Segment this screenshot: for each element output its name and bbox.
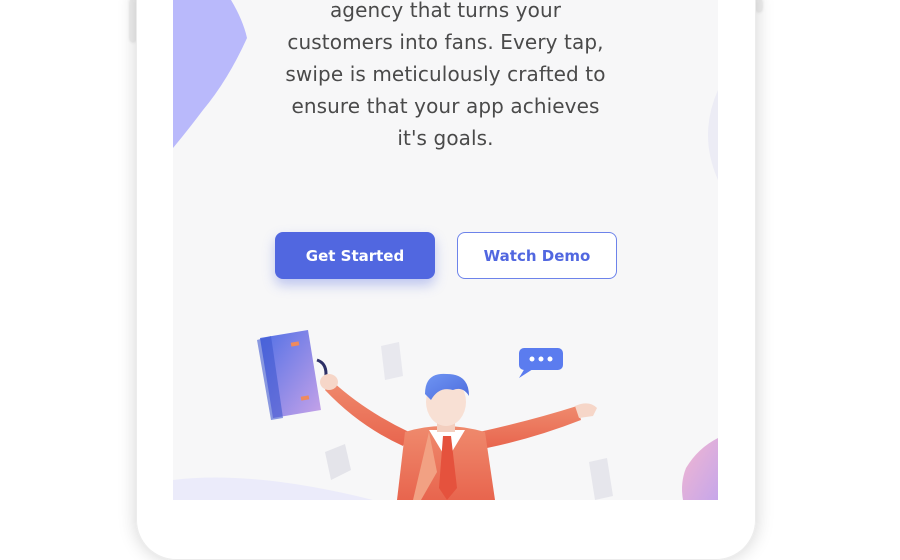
decorative-blob [682, 438, 718, 500]
hero-description: agency that turns your customers into fa… [238, 0, 653, 154]
hero-description-line: swipe is meticulously crafted to [285, 62, 606, 86]
chat-bubble-icon [519, 348, 563, 378]
briefcase-icon [257, 330, 328, 420]
paper-sheet-icon [589, 458, 613, 500]
hero-description-line: agency that turns your [329, 0, 562, 22]
hero-description-line: it's goals. [397, 126, 494, 150]
decorative-blob [708, 90, 718, 180]
watch-demo-button[interactable]: Watch Demo [457, 232, 617, 279]
paper-sheet-icon [325, 444, 351, 480]
paper-sheet-icon [381, 342, 403, 380]
phone-screen: agency that turns your customers into fa… [173, 0, 718, 500]
get-started-button[interactable]: Get Started [275, 232, 435, 279]
phone-side-button [756, 0, 762, 12]
hero-description-line: ensure that your app achieves [291, 94, 600, 118]
hero-description-line: customers into fans. Every tap, [287, 30, 604, 54]
celebrating-businessman-illustration [257, 330, 613, 500]
